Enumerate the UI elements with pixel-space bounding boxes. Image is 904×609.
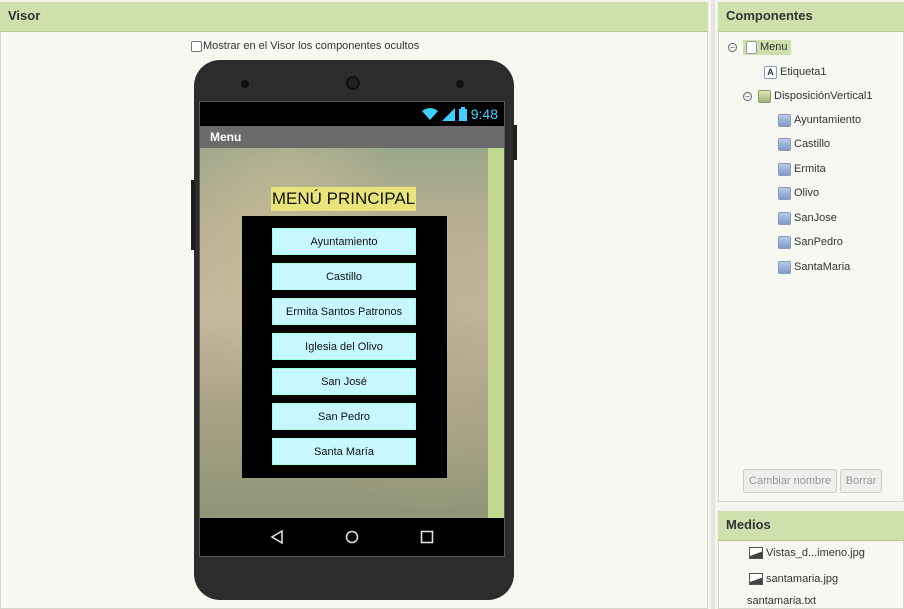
media-header: Medios (718, 511, 904, 541)
android-nav-bar (200, 518, 504, 556)
tree-item-button[interactable]: SanJose (778, 209, 837, 227)
image-icon (749, 573, 763, 585)
tree-label: Etiqueta1 (780, 66, 827, 78)
menu-title-label[interactable]: MENÚ PRINCIPAL (271, 187, 416, 211)
button-icon (778, 211, 791, 225)
delete-button[interactable]: Borrar (840, 469, 882, 493)
tree-label: SanJose (794, 212, 837, 224)
screen-icon (746, 40, 757, 54)
media-file[interactable]: santamaria.txt (747, 595, 816, 607)
collapse-icon[interactable]: − (743, 91, 752, 101)
tree-label: Olivo (794, 187, 820, 199)
show-hidden-label: Mostrar en el Visor los componentes ocul… (203, 40, 420, 52)
tree-item-etiqueta[interactable]: A Etiqueta1 (764, 63, 826, 81)
button-icon (778, 235, 791, 249)
tree-label: SantaMaria (794, 261, 851, 273)
media-file-name: santamaria.jpg (766, 573, 839, 585)
show-hidden-checkbox[interactable]: Mostrar en el Visor los componentes ocul… (191, 40, 419, 52)
collapse-icon[interactable]: − (728, 42, 737, 52)
screen-scrollbar[interactable] (488, 148, 504, 518)
button-icon (778, 186, 791, 200)
vertical-layout[interactable]: Ayuntamiento Castillo Ermita Santos Patr… (242, 216, 447, 478)
media-file[interactable]: Vistas_d...imeno.jpg (749, 547, 865, 559)
image-icon (749, 547, 763, 559)
btn-ermita[interactable]: Ermita Santos Patronos (272, 298, 416, 325)
tree-item-menu[interactable]: − Menu (728, 38, 791, 56)
speaker-icon (456, 80, 464, 88)
btn-sanpedro[interactable]: San Pedro (272, 403, 416, 430)
signal-icon (441, 107, 455, 121)
phone-side-button (191, 180, 195, 250)
label-icon: A (764, 65, 777, 79)
tree-item-button[interactable]: Olivo (778, 184, 819, 202)
status-bar: 9:48 (200, 102, 504, 126)
tree-label: SanPedro (794, 236, 843, 248)
home-icon[interactable] (345, 530, 359, 544)
btn-castillo[interactable]: Castillo (272, 263, 416, 290)
media-file-name: santamaria.txt (747, 595, 817, 607)
components-header: Componentes (718, 2, 904, 32)
tree-item-button[interactable]: Ayuntamiento (778, 111, 861, 129)
btn-santamaria[interactable]: Santa María (272, 438, 416, 465)
media-file-name: Vistas_d...imeno.jpg (766, 547, 865, 559)
layout-icon (758, 89, 771, 103)
tree-item-button[interactable]: SanPedro (778, 233, 843, 251)
tree-item-button[interactable]: Ermita (778, 160, 826, 178)
screen-title-bar: Menu (200, 126, 504, 148)
rename-button[interactable]: Cambiar nombre (743, 469, 837, 493)
tree-label: Menu (760, 41, 788, 53)
sensor-icon (241, 80, 249, 88)
tree-item-button[interactable]: SantaMaria (778, 258, 850, 276)
button-icon (778, 137, 791, 151)
phone-side-button (513, 125, 517, 160)
camera-icon (346, 76, 360, 90)
tree-item-button[interactable]: Castillo (778, 135, 830, 153)
battery-icon (458, 107, 467, 121)
tree-label: Ermita (794, 163, 826, 175)
tree-label: Ayuntamiento (794, 114, 862, 126)
back-icon[interactable] (270, 530, 284, 544)
phone-screen: 9:48 Menu MENÚ PRINCIPAL Ayuntamiento Ca… (199, 101, 505, 557)
button-icon (778, 260, 791, 274)
button-icon (778, 162, 791, 176)
btn-ayuntamiento[interactable]: Ayuntamiento (272, 228, 416, 255)
visor-header: Visor (0, 2, 708, 32)
clock: 9:48 (470, 106, 498, 122)
aerial-photo-background: MENÚ PRINCIPAL Ayuntamiento Castillo Erm… (200, 148, 488, 518)
tree-label: Castillo (794, 138, 831, 150)
btn-sanjose[interactable]: San José (272, 368, 416, 395)
tree-label: DisposiciónVertical1 (774, 90, 873, 102)
wifi-icon (421, 107, 438, 120)
button-icon (778, 113, 791, 127)
tree-item-layout[interactable]: − DisposiciónVertical1 (743, 87, 872, 105)
recents-icon[interactable] (420, 530, 434, 544)
panel-separator[interactable] (711, 0, 715, 609)
btn-olivo[interactable]: Iglesia del Olivo (272, 333, 416, 360)
checkbox-icon[interactable] (191, 40, 202, 52)
media-file[interactable]: santamaria.jpg (749, 573, 838, 585)
